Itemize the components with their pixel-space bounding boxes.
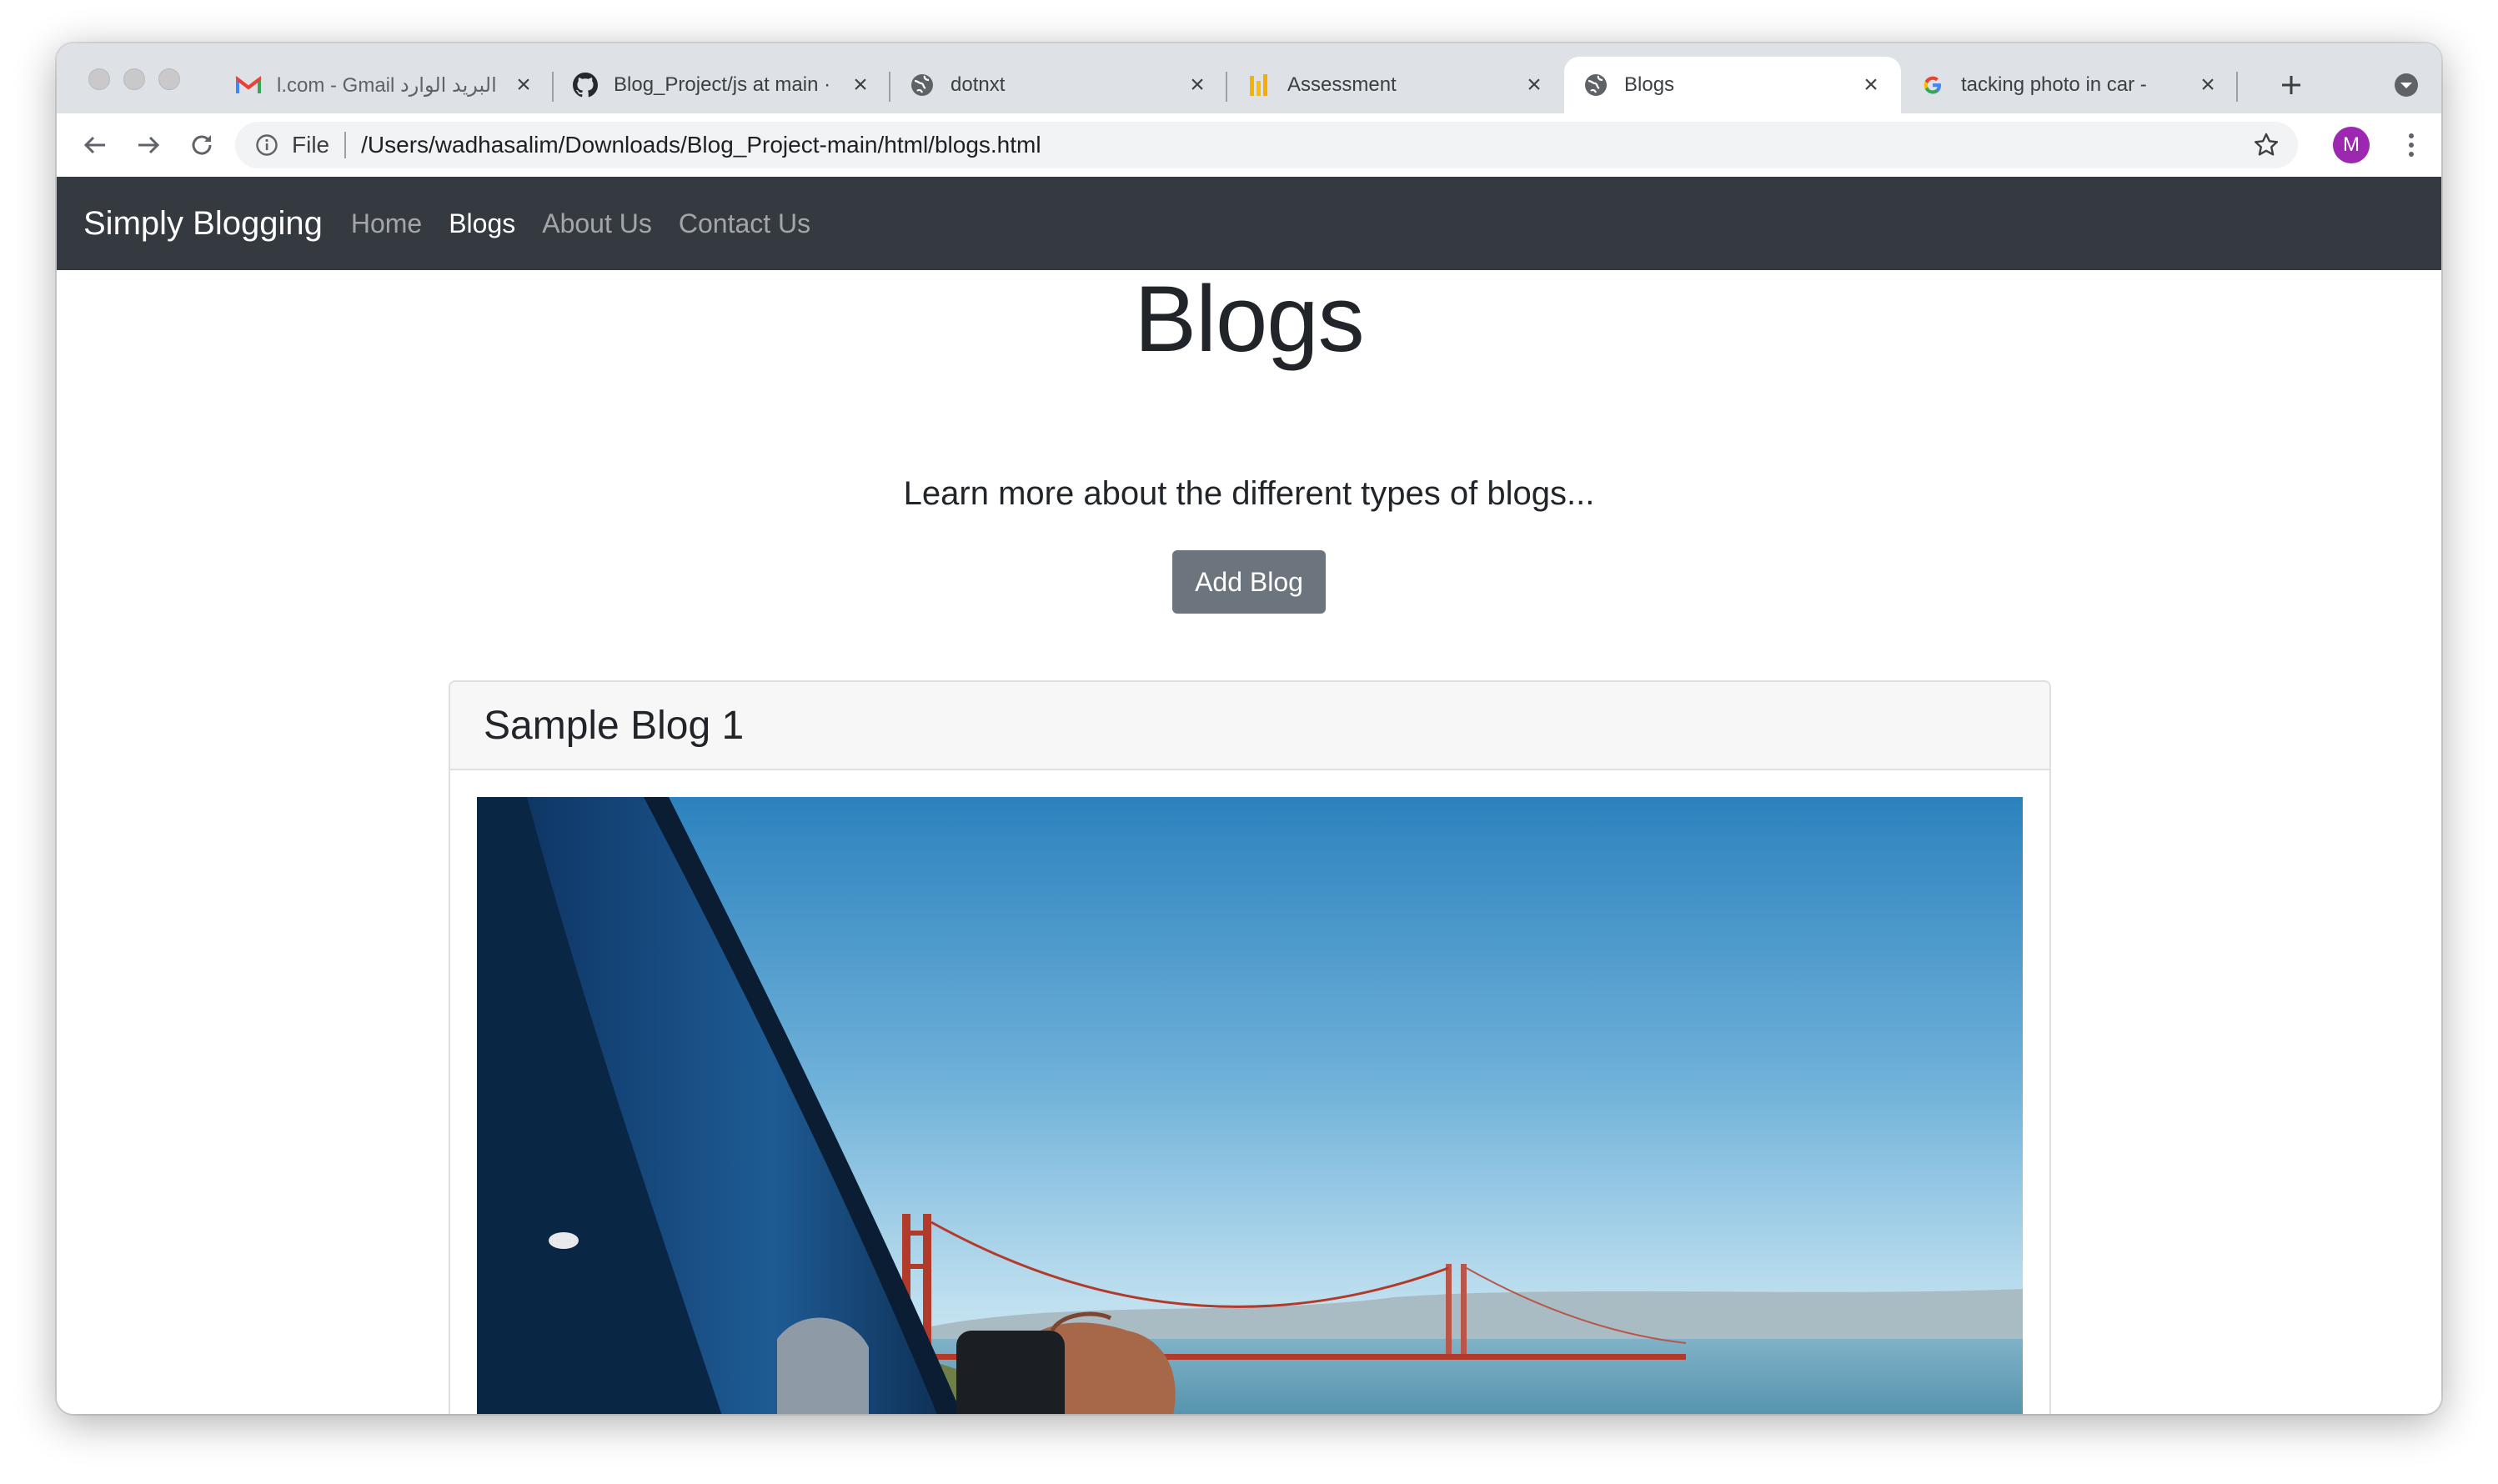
tab-title: tacking photo in car -	[1961, 73, 2147, 96]
tab-gmail[interactable]: l.com - Gmail البريد الوارد ×	[217, 57, 554, 113]
url-text[interactable]: /Users/wadhasalim/Downloads/Blog_Project…	[361, 132, 1041, 158]
blog-image	[477, 797, 2023, 1414]
page-title: Blogs	[1134, 267, 1364, 371]
site-brand[interactable]: Simply Blogging	[83, 205, 323, 243]
tab-google-search[interactable]: tacking photo in car - ×	[1901, 57, 2238, 113]
back-button[interactable]	[78, 128, 112, 162]
tab-github[interactable]: Blog_Project/js at main · ×	[554, 57, 890, 113]
reload-button[interactable]	[185, 128, 218, 162]
maximize-window-button[interactable]	[158, 68, 180, 90]
arrow-right-icon	[138, 136, 160, 154]
address-bar[interactable]: File /Users/wadhasalim/Downloads/Blog_Pr…	[235, 122, 2298, 168]
close-window-button[interactable]	[88, 68, 110, 90]
chevron-down-icon	[2395, 73, 2418, 97]
site-navbar: Simply Blogging Home Blogs About Us Cont…	[57, 177, 2441, 270]
close-tab-icon[interactable]: ×	[2195, 71, 2221, 98]
window-controls	[88, 68, 180, 90]
new-tab-button[interactable]	[2271, 65, 2311, 105]
arrow-left-icon	[83, 136, 105, 154]
google-icon	[1919, 72, 1946, 98]
close-tab-icon[interactable]: ×	[1184, 71, 1211, 98]
nav-link-blogs[interactable]: Blogs	[449, 208, 515, 239]
gmail-icon	[235, 72, 262, 98]
scheme-label: File	[292, 132, 330, 158]
browser-toolbar: File /Users/wadhasalim/Downloads/Blog_Pr…	[57, 113, 2441, 178]
tab-search-button[interactable]	[2391, 70, 2421, 100]
tabs: l.com - Gmail البريد الوارد × Blog_Proje…	[217, 57, 2238, 113]
profile-avatar[interactable]: M	[2333, 127, 2370, 163]
nav-link-home[interactable]: Home	[351, 208, 422, 239]
tab-title: Assessment	[1287, 73, 1397, 96]
web-page: Simply Blogging Home Blogs About Us Cont…	[57, 177, 2441, 1414]
globe-icon	[909, 72, 935, 98]
github-icon	[572, 72, 599, 98]
tab-title: l.com - Gmail البريد الوارد	[277, 73, 497, 97]
tab-assessment[interactable]: Assessment ×	[1227, 57, 1564, 113]
plus-icon	[2282, 76, 2300, 94]
blog-card: Sample Blog 1	[449, 680, 2051, 1414]
globe-icon	[1583, 72, 1609, 98]
bookmark-star-icon[interactable]	[2253, 132, 2280, 158]
tab-title: Blogs	[1624, 73, 1675, 96]
tab-dotnxt[interactable]: dotnxt ×	[890, 57, 1227, 113]
browser-menu-icon[interactable]	[2401, 130, 2421, 160]
minimize-window-button[interactable]	[123, 68, 145, 90]
close-tab-icon[interactable]: ×	[847, 71, 874, 98]
assessment-icon	[1246, 72, 1272, 98]
nav-link-contact-us[interactable]: Contact Us	[679, 208, 810, 239]
close-tab-icon[interactable]: ×	[1521, 71, 1547, 98]
tab-title: Blog_Project/js at main ·	[614, 73, 831, 96]
info-icon[interactable]	[253, 132, 280, 158]
add-blog-button[interactable]: Add Blog	[1172, 550, 1326, 614]
forward-button[interactable]	[132, 128, 165, 162]
tab-strip: l.com - Gmail البريد الوارد × Blog_Proje…	[57, 43, 2441, 113]
close-tab-icon[interactable]: ×	[1858, 71, 1884, 98]
tab-title: dotnxt	[951, 73, 1006, 96]
tab-blogs[interactable]: Blogs ×	[1564, 57, 1901, 113]
blog-card-title: Sample Blog 1	[450, 682, 2049, 770]
reload-icon	[192, 135, 212, 155]
page-subtitle: Learn more about the different types of …	[903, 475, 1595, 512]
close-tab-icon[interactable]: ×	[510, 71, 537, 98]
nav-link-about-us[interactable]: About Us	[542, 208, 652, 239]
browser-window: l.com - Gmail البريد الوارد × Blog_Proje…	[57, 43, 2441, 1414]
